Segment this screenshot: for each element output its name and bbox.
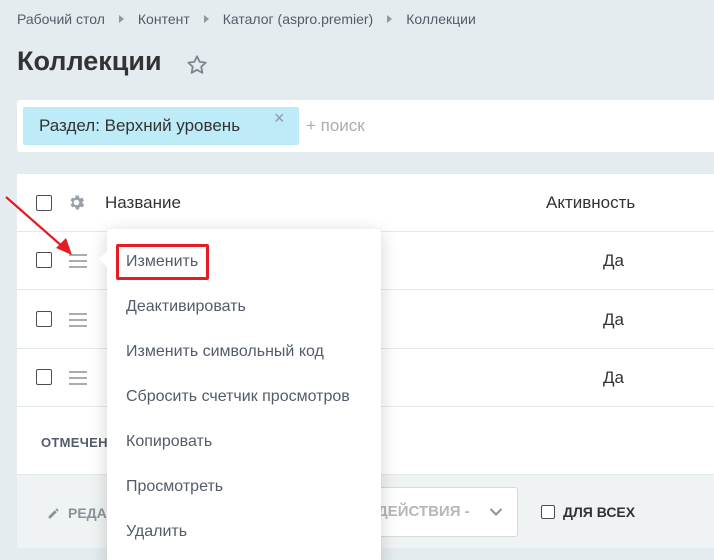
row-checkbox[interactable]	[36, 369, 52, 385]
menu-icon[interactable]	[69, 313, 87, 327]
grid-header: Название Активность	[17, 174, 714, 232]
menu-item-copy[interactable]: Копировать	[126, 433, 212, 451]
for-all-toggle[interactable]: ДЛЯ ВСЕХ	[541, 504, 635, 520]
actions-select-label: ДЕЙСТВИЯ -	[377, 503, 470, 520]
menu-item-view[interactable]: Просмотреть	[126, 478, 223, 496]
filter-bar: Раздел: Верхний уровень × + поиск	[17, 100, 714, 152]
row-checkbox[interactable]	[36, 311, 52, 327]
breadcrumb-separator-icon	[387, 15, 393, 23]
column-name[interactable]: Название	[105, 193, 181, 213]
menu-item-edit[interactable]: Изменить	[126, 253, 198, 271]
pencil-icon	[48, 507, 59, 518]
breadcrumb-desktop[interactable]: Рабочий стол	[17, 11, 105, 27]
menu-item-deactivate[interactable]: Деактивировать	[126, 298, 246, 316]
filter-chip[interactable]: Раздел: Верхний уровень	[23, 107, 299, 145]
filter-chip-label: Раздел: Верхний уровень	[39, 116, 241, 135]
edit-button[interactable]: РЕДА	[47, 505, 107, 521]
menu-icon[interactable]	[69, 254, 87, 268]
menu-item-change-code[interactable]: Изменить символьный код	[126, 343, 324, 361]
breadcrumb: Рабочий стол Контент Каталог (aspro.prem…	[17, 11, 476, 27]
chevron-down-icon	[489, 508, 503, 516]
menu-item-delete[interactable]: Удалить	[126, 523, 187, 541]
breadcrumb-separator-icon	[203, 15, 209, 23]
actions-select[interactable]: ДЕЙСТВИЯ -	[362, 487, 518, 537]
breadcrumb-collections[interactable]: Коллекции	[406, 11, 476, 27]
page-title: Коллекции	[17, 46, 162, 76]
select-all-checkbox[interactable]	[36, 195, 52, 211]
for-all-checkbox[interactable]	[541, 505, 555, 519]
menu-item-reset-views[interactable]: Сбросить счетчик просмотров	[126, 388, 350, 406]
breadcrumb-separator-icon	[118, 15, 124, 23]
row-active-value: Да	[603, 310, 624, 329]
menu-icon[interactable]	[69, 371, 87, 385]
row-active-value: Да	[603, 251, 624, 270]
column-active[interactable]: Активность	[546, 193, 635, 213]
row-active-value: Да	[603, 368, 624, 387]
edit-button-label: РЕДА	[68, 505, 107, 521]
breadcrumb-content[interactable]: Контент	[138, 11, 190, 27]
selected-count-label: ОТМЕЧЕН	[41, 435, 108, 450]
row-checkbox[interactable]	[36, 252, 52, 268]
star-icon[interactable]	[186, 54, 208, 76]
breadcrumb-catalog[interactable]: Каталог (aspro.premier)	[223, 11, 373, 27]
row-context-menu: Изменить Деактивировать Изменить символь…	[99, 229, 381, 560]
gear-icon[interactable]	[67, 193, 86, 212]
close-icon[interactable]: ×	[274, 108, 285, 129]
search-input[interactable]: + поиск	[306, 116, 365, 136]
for-all-label: ДЛЯ ВСЕХ	[563, 504, 636, 520]
